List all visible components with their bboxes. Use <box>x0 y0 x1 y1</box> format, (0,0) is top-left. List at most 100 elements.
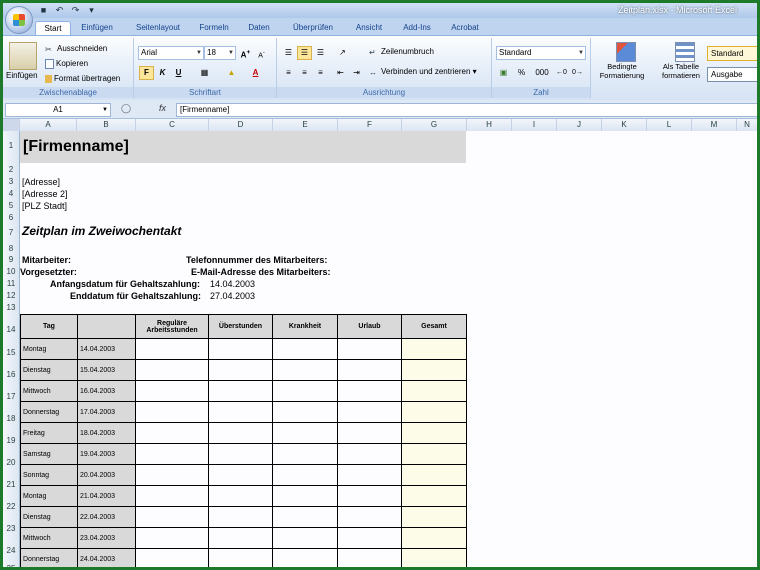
column-header[interactable]: E <box>273 119 338 131</box>
day-cell[interactable]: Montag <box>20 338 78 360</box>
vacation-cell[interactable] <box>337 338 402 360</box>
row-header[interactable]: 22 <box>3 502 19 511</box>
align-bottom-icon[interactable]: ☰ <box>313 46 328 60</box>
company-name-cell[interactable]: [Firmenname] <box>20 131 466 163</box>
overtime-cell[interactable] <box>208 506 273 528</box>
decrease-decimal-icon[interactable]: 0→ <box>570 66 585 80</box>
regular-hours-cell[interactable] <box>135 464 209 486</box>
format-as-table-button[interactable]: Als Tabelle formatieren <box>651 62 711 80</box>
vacation-cell[interactable] <box>337 464 402 486</box>
day-cell[interactable]: Freitag <box>20 422 78 444</box>
row-header[interactable]: 8 <box>3 244 19 253</box>
sick-cell[interactable] <box>272 380 338 402</box>
row-header[interactable]: 16 <box>3 370 19 379</box>
redo-icon[interactable]: ↷ <box>69 5 82 16</box>
row-header[interactable]: 18 <box>3 414 19 423</box>
overtime-cell[interactable] <box>208 464 273 486</box>
font-size-combo[interactable]: 18 ▼ <box>204 46 236 60</box>
regular-hours-cell[interactable] <box>135 401 209 423</box>
shrink-font-button[interactable]: A- <box>254 46 269 60</box>
date-cell[interactable]: 22.04.2003 <box>77 506 136 528</box>
column-header[interactable]: F <box>338 119 402 131</box>
tab-seitenlayout[interactable]: Seitenlayout <box>129 21 187 35</box>
regular-hours-cell[interactable] <box>135 338 209 360</box>
vacation-cell[interactable] <box>337 443 402 465</box>
tab-formeln[interactable]: Formeln <box>195 21 233 35</box>
align-middle-icon[interactable]: ☰ <box>297 46 312 60</box>
column-header[interactable]: I <box>512 119 557 131</box>
column-header[interactable]: C <box>136 119 209 131</box>
row-header[interactable]: 21 <box>3 480 19 489</box>
insert-function-button[interactable]: fx <box>159 103 173 113</box>
align-right-icon[interactable]: ≡ <box>313 66 328 80</box>
row-header[interactable]: 7 <box>3 228 19 237</box>
day-cell[interactable]: Samstag <box>20 443 78 465</box>
row-header[interactable]: 20 <box>3 458 19 467</box>
currency-icon[interactable]: ▣ <box>496 66 511 80</box>
total-cell[interactable] <box>401 422 467 444</box>
total-cell[interactable] <box>401 506 467 528</box>
office-button[interactable] <box>5 6 33 34</box>
day-cell[interactable]: Sonntag <box>20 464 78 486</box>
sick-cell[interactable] <box>272 548 338 567</box>
date-cell[interactable]: 14.04.2003 <box>77 338 136 360</box>
sick-cell[interactable] <box>272 359 338 381</box>
overtime-cell[interactable] <box>208 548 273 567</box>
merge-center-button[interactable]: ↔ Verbinden und zentrieren ▾ <box>369 66 477 78</box>
start-date-value[interactable]: 14.04.2003 <box>210 279 255 289</box>
row-header[interactable]: 6 <box>3 213 19 222</box>
header-regular-hours[interactable]: Reguläre Arbeitsstunden <box>135 314 209 339</box>
supervisor-label[interactable]: Vorgesetzter: <box>20 267 77 277</box>
row-header[interactable]: 10 <box>3 267 19 276</box>
total-cell[interactable] <box>401 338 467 360</box>
tab-addins[interactable]: Add-Ins <box>397 21 437 35</box>
date-cell[interactable]: 18.04.2003 <box>77 422 136 444</box>
vacation-cell[interactable] <box>337 527 402 549</box>
sick-cell[interactable] <box>272 422 338 444</box>
header-vacation[interactable]: Urlaub <box>337 314 402 339</box>
undo-icon[interactable]: ↶ <box>53 5 66 16</box>
sick-cell[interactable] <box>272 485 338 507</box>
header-total[interactable]: Gesamt <box>401 314 467 339</box>
employee-label[interactable]: Mitarbeiter: <box>22 255 71 265</box>
column-header[interactable]: D <box>209 119 273 131</box>
end-date-value[interactable]: 27.04.2003 <box>210 291 255 301</box>
paste-icon[interactable] <box>9 42 37 70</box>
total-cell[interactable] <box>401 527 467 549</box>
row-header[interactable]: 4 <box>3 189 19 198</box>
total-cell[interactable] <box>401 401 467 423</box>
row-header[interactable]: 5 <box>3 201 19 210</box>
regular-hours-cell[interactable] <box>135 359 209 381</box>
regular-hours-cell[interactable] <box>135 380 209 402</box>
row-header[interactable]: 11 <box>3 279 19 288</box>
column-header[interactable]: A <box>20 119 77 131</box>
column-header[interactable]: G <box>402 119 467 131</box>
save-icon[interactable]: ■ <box>37 5 50 16</box>
column-header[interactable]: J <box>557 119 602 131</box>
tab-ansicht[interactable]: Ansicht <box>349 21 389 35</box>
border-icon[interactable]: ▦ <box>197 66 212 80</box>
column-header[interactable]: K <box>602 119 647 131</box>
row-header[interactable]: 1 <box>3 141 19 150</box>
tab-daten[interactable]: Daten <box>243 21 275 35</box>
underline-button[interactable]: U <box>171 66 186 80</box>
increase-indent-icon[interactable]: ⇥ <box>349 66 364 80</box>
tab-einfuegen[interactable]: Einfügen <box>75 21 119 35</box>
worksheet-grid[interactable]: [Firmenname] [Adresse] [Adresse 2] [PLZ … <box>20 131 757 567</box>
fill-color-icon[interactable]: ▲ <box>224 66 239 80</box>
search-icon[interactable]: ◯ <box>121 103 131 114</box>
grow-font-button[interactable]: A+ <box>238 46 253 60</box>
regular-hours-cell[interactable] <box>135 443 209 465</box>
regular-hours-cell[interactable] <box>135 527 209 549</box>
italic-button[interactable]: K <box>155 66 170 80</box>
day-cell[interactable]: Donnerstag <box>20 401 78 423</box>
align-top-icon[interactable]: ☰ <box>281 46 296 60</box>
overtime-cell[interactable] <box>208 443 273 465</box>
row-header[interactable]: 17 <box>3 392 19 401</box>
row-header[interactable]: 19 <box>3 436 19 445</box>
vacation-cell[interactable] <box>337 548 402 567</box>
date-cell[interactable]: 16.04.2003 <box>77 380 136 402</box>
day-cell[interactable]: Montag <box>20 485 78 507</box>
row-header[interactable]: 12 <box>3 291 19 300</box>
regular-hours-cell[interactable] <box>135 422 209 444</box>
